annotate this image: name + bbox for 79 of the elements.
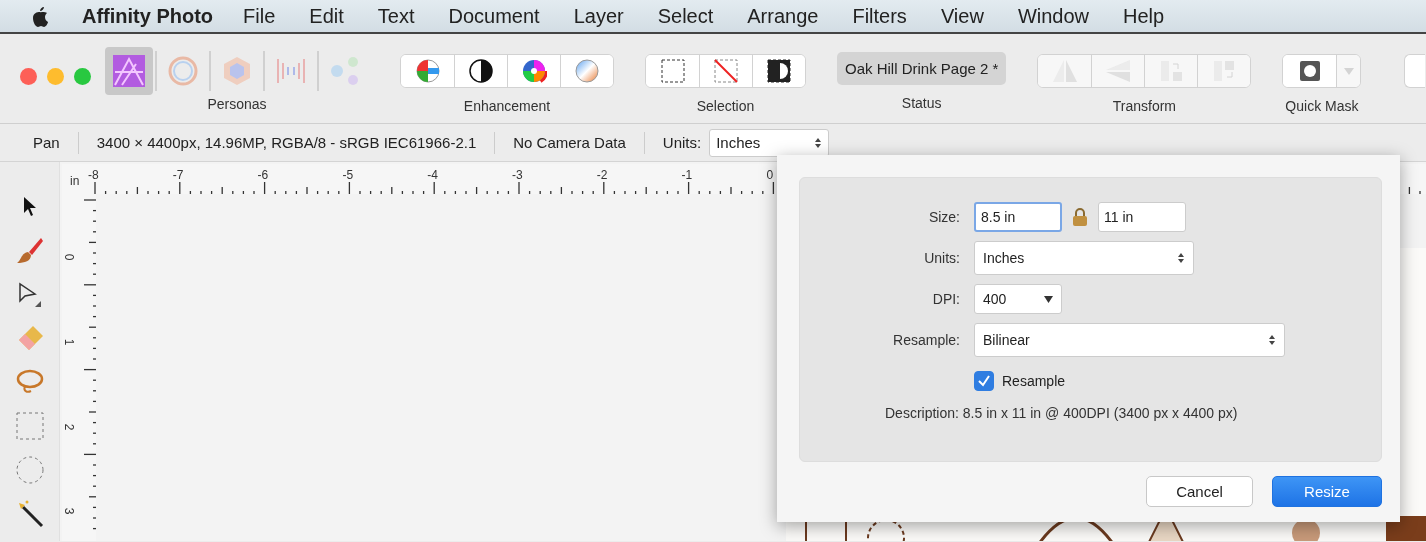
description-text: Description: 8.5 in x 11 in @ 400DPI (3400 px x 4400 px) [885, 405, 1239, 421]
dashed-rectangle-icon [659, 58, 686, 84]
width-field[interactable]: 8.5 in [974, 202, 1062, 232]
ruler-label: -2 [596, 168, 608, 182]
app-menu[interactable]: Affinity Photo [82, 4, 214, 28]
checkmark-icon [977, 374, 991, 388]
document-info: 3400 × 4400px, 14.96MP, RGBA/8 - sRGB IEC61966-2.1 [78, 131, 496, 154]
dashed-rectangle-icon [14, 411, 45, 441]
ruler-label: 2 [62, 423, 77, 430]
dropdown[interactable]: Bilinear [974, 323, 1285, 357]
units-select[interactable]: Inches [709, 128, 830, 157]
dropdown[interactable]: Inches [974, 241, 1194, 275]
ruler-label: -6 [257, 168, 269, 182]
photo-persona-icon [112, 54, 146, 88]
gradient-circle-icon [574, 58, 600, 84]
field-label: Size: [927, 209, 961, 225]
group-label: Quick Mask [1285, 98, 1359, 114]
contrast-icon [468, 58, 494, 84]
close-button[interactable] [20, 68, 37, 85]
resample-checkbox[interactable]: Resample [974, 371, 1066, 391]
menu-item[interactable]: Window [1017, 4, 1089, 28]
ruler-label: 0 [62, 253, 77, 261]
group-label: Transform [1112, 98, 1177, 114]
menu-item[interactable]: File [243, 4, 276, 28]
units-label: Units: [661, 134, 703, 151]
zoom-button[interactable] [74, 68, 91, 85]
ruler-unit: in [70, 174, 80, 188]
toolbar-button[interactable] [752, 55, 805, 87]
ruler-label: 1 [62, 338, 77, 346]
ruler-label: 3 [62, 508, 77, 515]
group-label: Status [901, 95, 942, 111]
invert-selection-icon [766, 58, 792, 84]
color-wheel-icon [521, 58, 547, 84]
menu-item[interactable]: Filters [852, 4, 907, 28]
ruler-label: 0 [766, 168, 774, 182]
menu-item[interactable]: Document [448, 4, 540, 28]
rotate-left-icon [1158, 58, 1185, 84]
dashed-circle-icon [14, 455, 45, 485]
camera-info: No Camera Data [495, 131, 645, 154]
resize-button[interactable]: Resize [1272, 476, 1382, 507]
group-label: Enhancement [463, 98, 551, 114]
field-label: Units: [923, 250, 961, 266]
ruler-label: -3 [512, 168, 523, 182]
stepper-icon [814, 136, 823, 149]
minimize-button[interactable] [47, 68, 64, 85]
apple-logo-icon[interactable] [30, 5, 50, 27]
ruler-label: -8 [88, 168, 99, 182]
lock-icon[interactable] [1072, 207, 1088, 227]
color-balance-icon [414, 58, 441, 84]
hexagon-icon [221, 55, 253, 87]
persona-button[interactable] [105, 47, 153, 95]
height-field[interactable]: 11 in [1098, 202, 1186, 232]
ruler-label: -4 [427, 168, 438, 182]
document-title: Oak Hill Drink Page 2 * [837, 52, 1007, 85]
menu-item[interactable]: Layer [573, 4, 624, 28]
dropdown[interactable]: 400 [974, 284, 1062, 314]
ruler-label: -5 [342, 168, 354, 182]
stepper-icon [1268, 334, 1276, 346]
deselect-icon [713, 58, 739, 84]
ruler-label: -1 [681, 168, 693, 182]
rings-icon [167, 55, 199, 87]
arrow-outline-icon [16, 281, 43, 307]
tool-name: Pan [0, 131, 79, 154]
menu-item[interactable]: Text [377, 4, 415, 28]
field-label: DPI: [931, 291, 961, 307]
group-label: Selection [696, 98, 755, 114]
field-label: Resample: [892, 332, 961, 348]
menu-item[interactable]: View [940, 4, 984, 28]
menu-item[interactable]: Arrange [747, 4, 819, 28]
menu-item[interactable]: Edit [309, 4, 344, 28]
stepper-icon [1177, 252, 1185, 264]
caret-icon [1044, 295, 1053, 303]
caret-icon [1342, 66, 1355, 76]
cancel-button[interactable]: Cancel [1146, 476, 1253, 507]
menu-item[interactable]: Select [657, 4, 714, 28]
group-label: Personas [207, 96, 267, 112]
ruler-label: -7 [172, 168, 184, 182]
menu-item[interactable]: Help [1123, 4, 1165, 28]
share-icon [329, 55, 361, 87]
